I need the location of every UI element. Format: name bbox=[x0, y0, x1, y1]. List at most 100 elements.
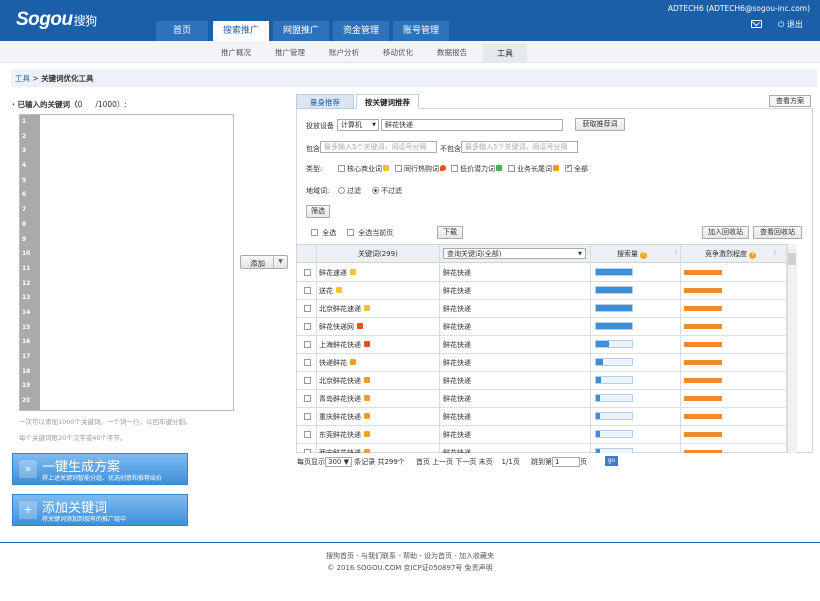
volume-bar bbox=[595, 340, 633, 348]
view-recycle-button[interactable]: 查看回收站 bbox=[753, 226, 802, 239]
table-row[interactable]: 鲜花快递网 鲜花快递 bbox=[297, 318, 797, 336]
breadcrumb-tools-link[interactable]: 工具 bbox=[15, 74, 30, 83]
sort-arrows-icon[interactable]: ⇕ bbox=[772, 249, 778, 257]
line-number: 15 bbox=[22, 323, 31, 331]
filter-button[interactable]: 筛选 bbox=[306, 205, 330, 218]
region-nofilter-radio[interactable] bbox=[372, 187, 379, 194]
tag-icon bbox=[350, 359, 356, 365]
line-number: 3 bbox=[22, 147, 27, 155]
type-longtail-checkbox[interactable] bbox=[508, 165, 515, 172]
row-checkbox[interactable] bbox=[304, 305, 311, 312]
row-query: 鲜花快递 bbox=[443, 449, 471, 453]
row-checkbox[interactable] bbox=[304, 449, 311, 453]
exclude-input[interactable]: 最多输入5个关键词，用逗号分隔 bbox=[461, 141, 578, 153]
region-filter-option[interactable]: 过滤 bbox=[338, 186, 361, 196]
gem-icon bbox=[383, 165, 389, 171]
nav-tab-account[interactable]: 账号管理 bbox=[393, 21, 449, 41]
subnav-manage[interactable]: 推广管理 bbox=[275, 47, 305, 58]
select-page-option[interactable]: 全选当前页 bbox=[347, 228, 393, 238]
row-checkbox[interactable] bbox=[304, 269, 311, 276]
one-click-generate-button[interactable]: » 一键生成方案 将上述关键词智能分组、优选创意和推荐出价 bbox=[12, 453, 188, 485]
region-nofilter-option[interactable]: 不过滤 bbox=[372, 186, 402, 196]
table-row[interactable]: 西安鲜花快递 鲜花快递 bbox=[297, 444, 797, 453]
per-page-select[interactable]: 300 ▼ bbox=[325, 457, 352, 467]
table-row[interactable]: 东莞鲜花快递 鲜花快递 bbox=[297, 426, 797, 444]
table-row[interactable]: 快递鲜花 鲜花快递 bbox=[297, 354, 797, 372]
type-hot-option[interactable]: 同行热购词 bbox=[395, 164, 446, 174]
select-page-checkbox[interactable] bbox=[347, 229, 354, 236]
keyword-table: 关键词(299) 查询关键词(全部) ▼ 搜索量 ? ⇕ 竞争激烈程度 ? ⇕ 鲜… bbox=[297, 244, 797, 453]
table-row[interactable]: 青岛鲜花快递 鲜花快递 bbox=[297, 390, 797, 408]
line-number: 12 bbox=[22, 279, 31, 287]
nav-tab-home[interactable]: 首页 bbox=[156, 21, 208, 41]
help-icon[interactable]: ? bbox=[749, 252, 757, 259]
query-filter-select[interactable]: 查询关键词(全部) ▼ bbox=[443, 248, 586, 259]
nav-tab-search-promo[interactable]: 搜索推广 bbox=[213, 21, 269, 41]
type-low-price-option[interactable]: 低价潜力词 bbox=[451, 164, 502, 174]
table-row[interactable]: 上海鲜花快递 鲜花快递 bbox=[297, 336, 797, 354]
volume-bar bbox=[595, 286, 633, 294]
nav-tab-funds[interactable]: 资金管理 bbox=[333, 21, 389, 41]
go-button[interactable]: go bbox=[605, 456, 618, 466]
table-row[interactable]: 鲜花速递 鲜花快递 bbox=[297, 264, 797, 282]
type-core-checkbox[interactable] bbox=[338, 165, 345, 172]
page-nav-links[interactable]: 首页 上一页 下一页 末页 bbox=[416, 458, 493, 466]
sogou-logo[interactable]: Sogou搜狗 bbox=[16, 9, 97, 31]
footer-links[interactable]: 搜狗首页 - 与我们联系 - 帮助 - 设为首页 - 加入收藏夹 bbox=[0, 551, 820, 561]
type-core-option[interactable]: 核心商业词 bbox=[338, 164, 389, 174]
row-checkbox[interactable] bbox=[304, 359, 311, 366]
include-input[interactable]: 最多输入5个关键词，用逗号分隔 bbox=[320, 141, 437, 153]
type-all-checkbox[interactable] bbox=[565, 165, 572, 172]
select-all-checkbox[interactable] bbox=[311, 229, 318, 236]
add-to-recycle-button[interactable]: 加入回收站 bbox=[702, 226, 749, 239]
subnav-mobile[interactable]: 移动优化 bbox=[383, 47, 413, 58]
subnav-analysis[interactable]: 账户分析 bbox=[329, 47, 359, 58]
col-keyword-header[interactable]: 关键词(299) bbox=[358, 249, 398, 259]
row-keyword: 快递鲜花 bbox=[319, 358, 356, 368]
table-row[interactable]: 重庆鲜花快递 鲜花快递 bbox=[297, 408, 797, 426]
table-row[interactable]: 北京鲜花速递 鲜花快递 bbox=[297, 300, 797, 318]
keyword-input[interactable]: 鲜花快递 bbox=[381, 119, 563, 131]
table-row[interactable]: 北京鲜花快递 鲜花快递 bbox=[297, 372, 797, 390]
get-recommendations-button[interactable]: 获取推荐词 bbox=[575, 118, 625, 131]
subnav-overview[interactable]: 推广概况 bbox=[221, 47, 251, 58]
type-longtail-option[interactable]: 业务长尾词 bbox=[508, 164, 559, 174]
select-all-option[interactable]: 全选 bbox=[311, 228, 336, 238]
dropdown-arrow-icon[interactable]: ▼ bbox=[273, 256, 287, 268]
type-all-option[interactable]: 全部 bbox=[565, 164, 588, 174]
region-filter-radio[interactable] bbox=[338, 187, 345, 194]
row-checkbox[interactable] bbox=[304, 377, 311, 384]
mail-icon[interactable] bbox=[751, 20, 762, 28]
row-checkbox[interactable] bbox=[304, 323, 311, 330]
page-jump-input[interactable]: 1 bbox=[551, 457, 580, 467]
device-select[interactable]: 计算机 ▼ bbox=[337, 119, 379, 131]
scrollbar-thumb[interactable] bbox=[788, 253, 796, 265]
add-keywords-button[interactable]: + 添加关键词 将关键词添加到现有的推广组中 bbox=[12, 494, 188, 526]
type-hot-checkbox[interactable] bbox=[395, 165, 402, 172]
line-number: 2 bbox=[22, 132, 27, 140]
download-button[interactable]: 下载 bbox=[437, 226, 463, 239]
view-plan-button[interactable]: 查看方案 bbox=[769, 95, 811, 107]
row-checkbox[interactable] bbox=[304, 413, 311, 420]
nav-tab-network-promo[interactable]: 网盟推广 bbox=[273, 21, 329, 41]
logout-link[interactable]: ⏻ 退出 bbox=[778, 19, 803, 30]
type-low-price-checkbox[interactable] bbox=[451, 165, 458, 172]
tab-tailored[interactable]: 量身推荐 bbox=[296, 94, 354, 109]
account-label: ADTECH6 (ADTECH6@sogou-inc.com) bbox=[667, 4, 810, 13]
table-row[interactable]: 送花 鲜花快递 bbox=[297, 282, 797, 300]
col-competition-header[interactable]: 竞争激烈程度 ? bbox=[705, 249, 757, 259]
input-hint-2: 每个关键词限20个汉字或40个字节。 bbox=[19, 434, 127, 442]
help-icon[interactable]: ? bbox=[640, 252, 648, 259]
subnav-tools[interactable]: 工具 bbox=[483, 44, 527, 63]
tab-by-keyword[interactable]: 按关键词推荐 bbox=[356, 94, 419, 109]
row-checkbox[interactable] bbox=[304, 395, 311, 402]
sort-arrows-icon[interactable]: ⇕ bbox=[673, 249, 679, 257]
row-checkbox[interactable] bbox=[304, 341, 311, 348]
subnav-report[interactable]: 数据报告 bbox=[437, 47, 467, 58]
row-checkbox[interactable] bbox=[304, 431, 311, 438]
col-volume-header[interactable]: 搜索量 ? bbox=[617, 249, 648, 259]
table-scrollbar[interactable] bbox=[787, 244, 797, 453]
row-checkbox[interactable] bbox=[304, 287, 311, 294]
keyword-textarea[interactable]: 123456789101112131415161718192021 bbox=[19, 114, 234, 411]
add-button[interactable]: 添加 ▼ bbox=[240, 255, 288, 269]
